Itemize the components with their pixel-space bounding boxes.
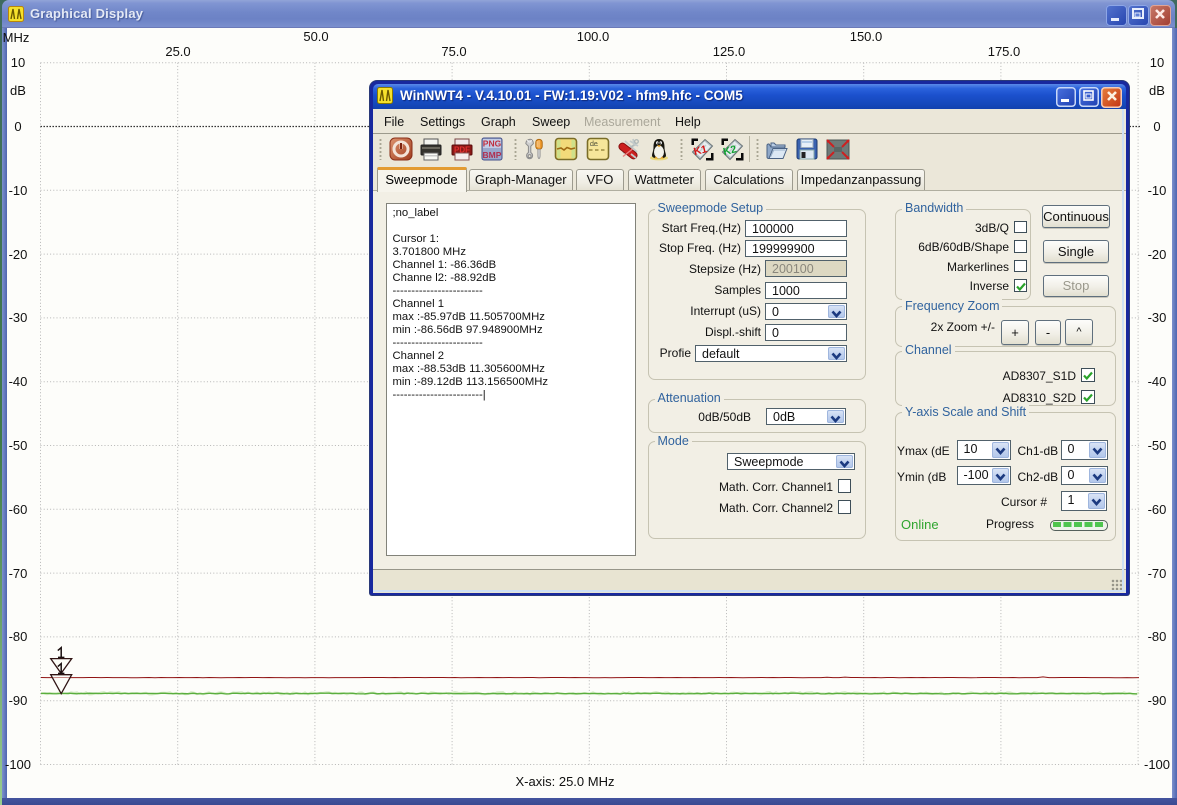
svg-text:PNG: PNG xyxy=(483,139,502,149)
svg-text:BMP: BMP xyxy=(483,150,502,160)
svg-text:de: de xyxy=(590,141,598,148)
svg-text:PDF: PDF xyxy=(454,146,470,155)
